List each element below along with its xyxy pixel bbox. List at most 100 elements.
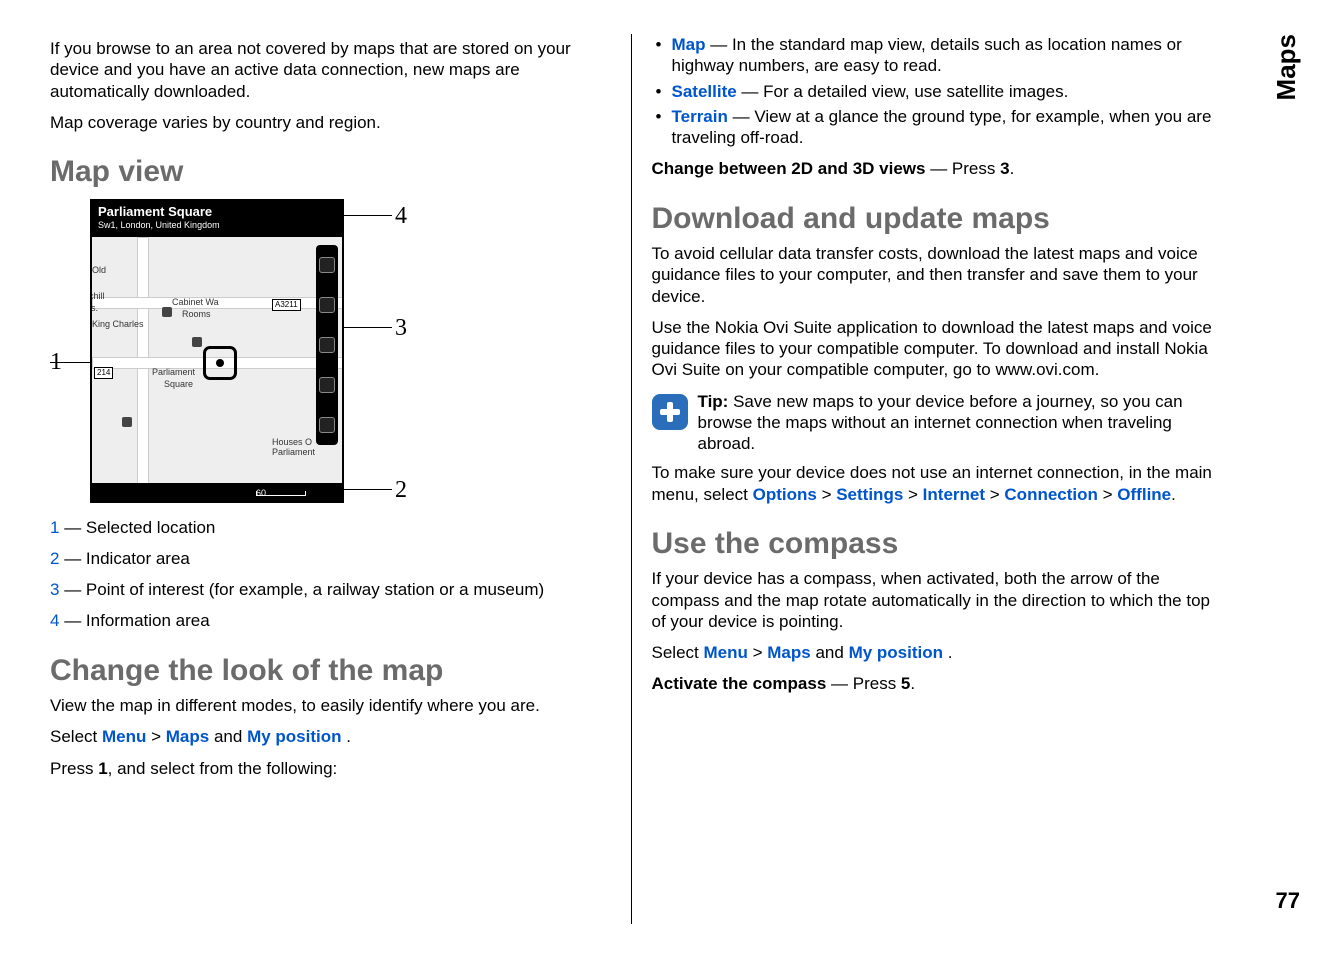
plus-icon <box>652 394 688 430</box>
legend-text: — Information area <box>59 611 209 630</box>
legend-3: 3 — Point of interest (for example, a ra… <box>50 579 611 600</box>
path-options: Options <box>753 485 817 504</box>
view-mode-satellite: Satellite — For a detailed view, use sat… <box>652 81 1213 102</box>
action-label: Change between 2D and 3D views <box>652 159 926 178</box>
section-tab: Maps <box>1270 34 1303 100</box>
map-scale: 60 <box>256 484 306 496</box>
route-tag: A3211 <box>272 299 301 311</box>
map-indicator-area: 60 <box>92 483 342 501</box>
heading-map-view: Map view <box>50 153 611 191</box>
route-tag: 214 <box>94 367 113 379</box>
menu-path-maps: Maps <box>767 643 810 662</box>
menu-path-menu: Menu <box>703 643 747 662</box>
map-right-toolbar <box>316 245 338 445</box>
heading-download-maps: Download and update maps <box>652 200 1213 238</box>
map-title: Parliament Square <box>98 204 336 220</box>
menu-path-my-position: My position <box>849 643 943 662</box>
poi-icon <box>122 417 132 427</box>
map-label: Square <box>164 379 193 390</box>
legend-2: 2 — Indicator area <box>50 548 611 569</box>
text: Select <box>50 727 102 746</box>
map-canvas: Old rchill us. King Charles Cabinet Wa R… <box>92 237 342 483</box>
map-label: King Charles <box>92 319 144 330</box>
legend-4: 4 — Information area <box>50 610 611 631</box>
map-label: rchill <box>90 291 105 302</box>
map-view-figure: Parliament Square Sw1, London, United Ki… <box>50 197 420 507</box>
press-1-line: Press 1, and select from the following: <box>50 758 611 779</box>
callout-2: 2 <box>395 475 407 505</box>
path-internet: Internet <box>923 485 985 504</box>
action-label: Activate the compass <box>652 674 827 693</box>
legend-1: 1 — Selected location <box>50 517 611 538</box>
menu-path-menu: Menu <box>102 727 146 746</box>
download-p2: Use the Nokia Ovi Suite application to d… <box>652 317 1213 381</box>
callout-line <box>342 327 392 328</box>
text: Press <box>50 759 98 778</box>
term-terrain: Terrain <box>672 107 728 126</box>
view-mode-terrain: Terrain — View at a glance the ground ty… <box>652 106 1213 149</box>
nav-path: Select Menu > Maps and My position . <box>50 726 611 747</box>
poi-icon <box>162 307 172 317</box>
map-label: Parliament <box>152 367 195 378</box>
sep: > <box>990 485 1005 504</box>
text: Select <box>652 643 704 662</box>
toolbar-icon <box>319 417 335 433</box>
key-1: 1 <box>98 759 107 778</box>
callout-line <box>342 215 392 216</box>
callout-line <box>342 489 392 490</box>
desc: — For a detailed view, use satellite ima… <box>737 82 1069 101</box>
map-info-area: Parliament Square Sw1, London, United Ki… <box>92 201 342 237</box>
left-column: If you browse to an area not covered by … <box>50 34 632 924</box>
download-p1: To avoid cellular data transfer costs, d… <box>652 243 1213 307</box>
text: — Press <box>826 674 901 693</box>
page-number: 77 <box>1276 887 1300 915</box>
right-column: Map — In the standard map view, details … <box>632 34 1273 924</box>
key-3: 3 <box>1000 159 1009 178</box>
change-look-body: View the map in different modes, to easi… <box>50 695 611 716</box>
legend-text: — Point of interest (for example, a rail… <box>59 580 544 599</box>
compass-body: If your device has a compass, when activ… <box>652 568 1213 632</box>
map-label: Parliament <box>272 447 315 458</box>
sep: > <box>1103 485 1118 504</box>
nav-path-compass: Select Menu > Maps and My position . <box>652 642 1213 663</box>
menu-path-maps: Maps <box>166 727 209 746</box>
map-subtitle: Sw1, London, United Kingdom <box>98 220 336 231</box>
poi-icon <box>192 337 202 347</box>
sep: > <box>151 727 166 746</box>
heading-change-look: Change the look of the map <box>50 652 611 690</box>
key-5: 5 <box>901 674 910 693</box>
sep: > <box>822 485 837 504</box>
toolbar-icon <box>319 337 335 353</box>
callout-1: 1 <box>50 347 62 377</box>
view-mode-map: Map — In the standard map view, details … <box>652 34 1213 77</box>
text: — Press <box>925 159 1000 178</box>
map-label: us. <box>90 303 98 314</box>
map-label: Cabinet Wa <box>172 297 219 308</box>
intro-paragraph: If you browse to an area not covered by … <box>50 38 611 102</box>
desc: — In the standard map view, details such… <box>672 35 1182 75</box>
toolbar-icon <box>319 377 335 393</box>
map-label: Rooms <box>182 309 211 320</box>
menu-path-my-position: My position <box>247 727 341 746</box>
sep: > <box>908 485 923 504</box>
legend-text: — Indicator area <box>59 549 189 568</box>
text: . <box>346 727 351 746</box>
text: . <box>1010 159 1015 178</box>
toolbar-icon <box>319 257 335 273</box>
term-map: Map <box>672 35 706 54</box>
toolbar-icon <box>319 297 335 313</box>
callout-4: 4 <box>395 201 407 231</box>
tip-text: Save new maps to your device before a jo… <box>698 392 1183 454</box>
text: , and select from the following: <box>108 759 338 778</box>
text: . <box>948 643 953 662</box>
offline-path: To make sure your device does not use an… <box>652 462 1213 505</box>
tip-label: Tip: <box>698 392 729 411</box>
tip-text-wrap: Tip: Save new maps to your device before… <box>698 391 1213 455</box>
intro-paragraph-2: Map coverage varies by country and regio… <box>50 112 611 133</box>
map-label: Old <box>92 265 106 276</box>
path-settings: Settings <box>836 485 903 504</box>
path-offline: Offline <box>1117 485 1171 504</box>
text: and <box>214 727 247 746</box>
text: . <box>910 674 915 693</box>
sep: > <box>753 643 768 662</box>
